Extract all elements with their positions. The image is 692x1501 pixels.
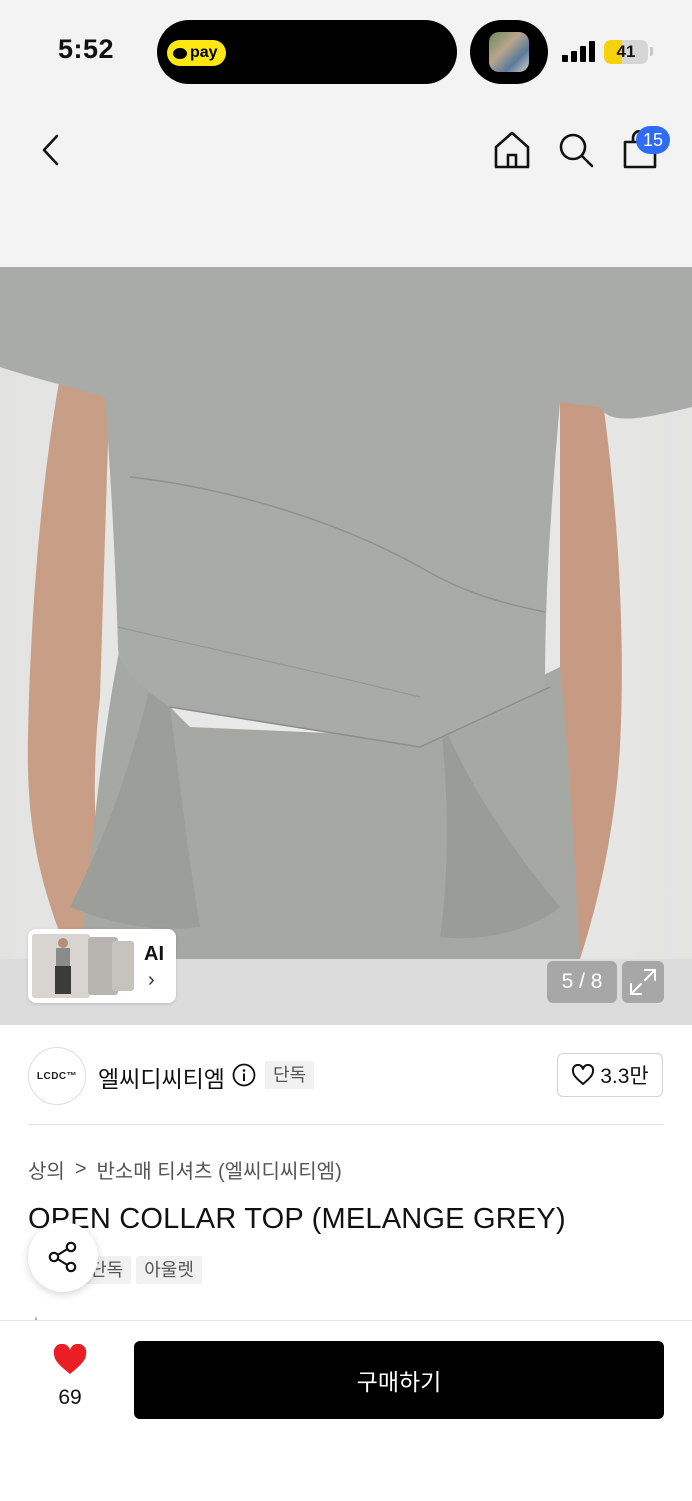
heart-filled-icon <box>53 1343 87 1374</box>
dynamic-island[interactable]: pay <box>157 20 457 84</box>
breadcrumb-item[interactable]: 반소매 티셔츠 (엘씨디씨티엠) <box>97 1155 342 1184</box>
image-counter: 5 / 8 <box>547 961 617 1003</box>
breadcrumb-item[interactable]: 상의 <box>28 1155 65 1184</box>
back-button[interactable] <box>30 128 70 172</box>
share-icon <box>48 1241 77 1273</box>
wishlist-button[interactable] <box>36 1343 104 1381</box>
live-activity[interactable] <box>470 20 548 84</box>
heart-outline-icon <box>572 1064 595 1085</box>
expand-icon <box>630 969 656 995</box>
pay-label: pay <box>190 44 218 61</box>
buy-button[interactable]: 구매하기 <box>134 1341 664 1419</box>
ai-label: AI <box>144 943 164 965</box>
ai-thumbnail <box>112 941 134 991</box>
signal-icon <box>562 40 596 62</box>
product-photo-illustration <box>0 267 692 959</box>
home-icon <box>494 131 530 169</box>
brand-like-button[interactable]: 3.3만 <box>557 1053 663 1097</box>
product-image[interactable] <box>0 267 692 959</box>
ai-thumbnail <box>32 934 90 998</box>
battery-tip <box>650 47 653 56</box>
chevron-left-icon <box>42 134 59 166</box>
chat-bubble-icon <box>173 47 187 59</box>
rating-summary-peek: ★ <box>28 1313 44 1320</box>
battery-level: 41 <box>616 42 636 61</box>
cart-count-badge: 15 <box>636 126 670 154</box>
battery-icon: 41 <box>604 40 648 64</box>
breadcrumb-separator: > <box>74 1158 87 1180</box>
kakaopay-indicator: pay <box>167 40 226 66</box>
breadcrumb: 상의 > 반소매 티셔츠 (엘씨디씨티엠) <box>28 1155 342 1184</box>
info-icon <box>232 1063 256 1087</box>
home-button[interactable] <box>490 128 534 172</box>
brand-like-count: 3.3만 <box>600 1065 649 1088</box>
exclusive-badge: 단독 <box>265 1061 315 1089</box>
tag-outlet: 아울렛 <box>136 1256 202 1284</box>
divider <box>28 1124 664 1125</box>
ai-styling-card[interactable]: AI › <box>28 929 176 1003</box>
live-activity-thumbnail <box>489 32 529 72</box>
top-nav <box>0 100 692 266</box>
wishlist-count: 69 <box>58 1386 82 1409</box>
brand-info-button[interactable] <box>232 1063 256 1092</box>
expand-image-button[interactable] <box>622 961 664 1003</box>
brand-logo[interactable]: LCDC™ <box>28 1047 86 1105</box>
product-title: OPEN COLLAR TOP (MELANGE GREY) <box>28 1203 566 1235</box>
share-button[interactable] <box>28 1222 98 1292</box>
search-icon <box>559 133 594 168</box>
search-button[interactable] <box>554 128 598 172</box>
brand-name[interactable]: 엘씨디씨티엠 <box>98 1060 225 1094</box>
chevron-right-icon: › <box>148 969 155 991</box>
status-bar: 5:52 pay 41 <box>0 0 692 100</box>
status-time: 5:52 <box>58 34 115 64</box>
